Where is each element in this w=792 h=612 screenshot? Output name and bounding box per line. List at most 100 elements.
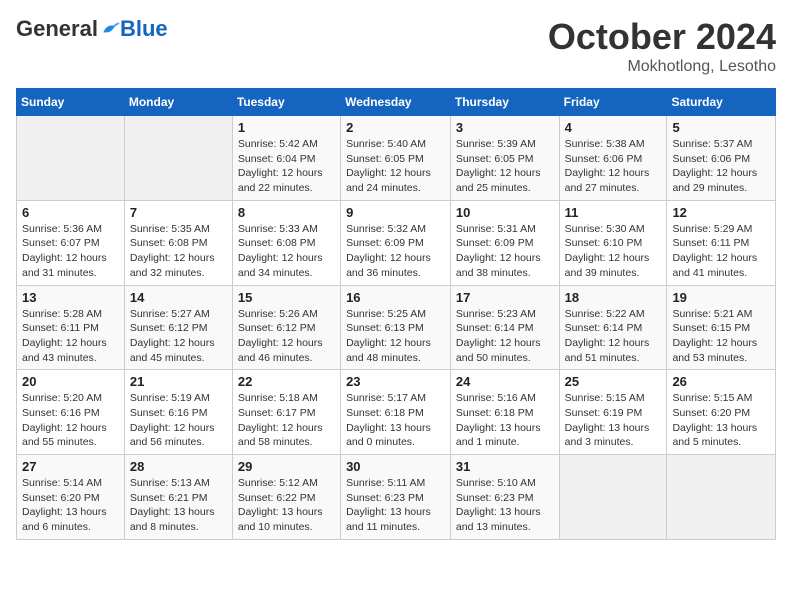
day-info: Sunrise: 5:39 AMSunset: 6:05 PMDaylight:… [456, 137, 554, 196]
day-number: 14 [130, 290, 227, 305]
day-number: 29 [238, 459, 335, 474]
calendar-cell: 29 Sunrise: 5:12 AMSunset: 6:22 PMDayligh… [232, 455, 340, 540]
day-info: Sunrise: 5:23 AMSunset: 6:14 PMDaylight:… [456, 307, 554, 366]
day-info: Sunrise: 5:31 AMSunset: 6:09 PMDaylight:… [456, 222, 554, 281]
calendar-table: SundayMondayTuesdayWednesdayThursdayFrid… [16, 88, 776, 540]
day-number: 6 [22, 205, 119, 220]
day-number: 23 [346, 374, 445, 389]
day-number: 19 [672, 290, 770, 305]
calendar-cell: 20Sunrise: 5:20 AMSunset: 6:16 PMDayligh… [17, 370, 125, 455]
logo-bird-icon [100, 19, 120, 39]
logo: General Blue [16, 16, 168, 42]
calendar-cell: 11Sunrise: 5:30 AMSunset: 6:10 PMDayligh… [559, 200, 667, 285]
day-info: Sunrise: 5:36 AMSunset: 6:07 PMDaylight:… [22, 222, 119, 281]
calendar-cell: 6 Sunrise: 5:36 AMSunset: 6:07 PMDaylight… [17, 200, 125, 285]
day-number: 28 [130, 459, 227, 474]
day-number: 16 [346, 290, 445, 305]
calendar-cell: 25 Sunrise: 5:15 AMSunset: 6:19 PMDayligh… [559, 370, 667, 455]
calendar-cell: 14 Sunrise: 5:27 AMSunset: 6:12 PMDayligh… [124, 285, 232, 370]
page-header: General Blue October 2024 Mokhotlong, Le… [16, 16, 776, 76]
day-number: 7 [130, 205, 227, 220]
calendar-cell [124, 116, 232, 201]
day-number: 1 [238, 120, 335, 135]
day-info: Sunrise: 5:30 AMSunset: 6:10 PMDaylight:… [565, 222, 662, 281]
day-info: Sunrise: 5:38 AMSunset: 6:06 PMDaylight:… [565, 137, 662, 196]
day-info: Sunrise: 5:35 AMSunset: 6:08 PMDaylight:… [130, 222, 227, 281]
calendar-cell: 9 Sunrise: 5:32 AMSunset: 6:09 PMDaylight… [341, 200, 451, 285]
calendar-cell: 16 Sunrise: 5:25 AMSunset: 6:13 PMDayligh… [341, 285, 451, 370]
calendar-cell: 21 Sunrise: 5:19 AMSunset: 6:16 PMDayligh… [124, 370, 232, 455]
calendar-cell: 4 Sunrise: 5:38 AMSunset: 6:06 PMDaylight… [559, 116, 667, 201]
day-info: Sunrise: 5:27 AMSunset: 6:12 PMDaylight:… [130, 307, 227, 366]
day-info: Sunrise: 5:15 AMSunset: 6:19 PMDaylight:… [565, 391, 662, 450]
calendar-cell: 1 Sunrise: 5:42 AMSunset: 6:04 PMDaylight… [232, 116, 340, 201]
day-number: 5 [672, 120, 770, 135]
calendar-cell: 17Sunrise: 5:23 AMSunset: 6:14 PMDayligh… [450, 285, 559, 370]
day-info: Sunrise: 5:29 AMSunset: 6:11 PMDaylight:… [672, 222, 770, 281]
calendar-cell [667, 455, 776, 540]
calendar-cell: 10 Sunrise: 5:31 AMSunset: 6:09 PMDayligh… [450, 200, 559, 285]
day-info: Sunrise: 5:14 AMSunset: 6:20 PMDaylight:… [22, 476, 119, 535]
day-number: 18 [565, 290, 662, 305]
calendar-cell: 7 Sunrise: 5:35 AMSunset: 6:08 PMDaylight… [124, 200, 232, 285]
day-info: Sunrise: 5:10 AMSunset: 6:23 PMDaylight:… [456, 476, 554, 535]
day-info: Sunrise: 5:33 AMSunset: 6:08 PMDaylight:… [238, 222, 335, 281]
day-number: 25 [565, 374, 662, 389]
day-info: Sunrise: 5:37 AMSunset: 6:06 PMDaylight:… [672, 137, 770, 196]
calendar-cell [17, 116, 125, 201]
calendar-cell: 28 Sunrise: 5:13 AMSunset: 6:21 PMDayligh… [124, 455, 232, 540]
day-info: Sunrise: 5:11 AMSunset: 6:23 PMDaylight:… [346, 476, 445, 535]
calendar-cell: 13 Sunrise: 5:28 AMSunset: 6:11 PMDayligh… [17, 285, 125, 370]
day-number: 2 [346, 120, 445, 135]
calendar-cell: 18 Sunrise: 5:22 AMSunset: 6:14 PMDayligh… [559, 285, 667, 370]
day-info: Sunrise: 5:18 AMSunset: 6:17 PMDaylight:… [238, 391, 335, 450]
day-number: 9 [346, 205, 445, 220]
calendar-cell: 31Sunrise: 5:10 AMSunset: 6:23 PMDayligh… [450, 455, 559, 540]
calendar-cell: 26 Sunrise: 5:15 AMSunset: 6:20 PMDayligh… [667, 370, 776, 455]
weekday-header-friday: Friday [559, 89, 667, 116]
day-info: Sunrise: 5:13 AMSunset: 6:21 PMDaylight:… [130, 476, 227, 535]
day-info: Sunrise: 5:32 AMSunset: 6:09 PMDaylight:… [346, 222, 445, 281]
weekday-header-saturday: Saturday [667, 89, 776, 116]
day-info: Sunrise: 5:17 AMSunset: 6:18 PMDaylight:… [346, 391, 445, 450]
day-number: 24 [456, 374, 554, 389]
day-info: Sunrise: 5:28 AMSunset: 6:11 PMDaylight:… [22, 307, 119, 366]
weekday-header-monday: Monday [124, 89, 232, 116]
day-number: 13 [22, 290, 119, 305]
calendar-cell: 23 Sunrise: 5:17 AMSunset: 6:18 PMDayligh… [341, 370, 451, 455]
day-info: Sunrise: 5:20 AMSunset: 6:16 PMDaylight:… [22, 391, 119, 450]
calendar-cell: 27Sunrise: 5:14 AMSunset: 6:20 PMDayligh… [17, 455, 125, 540]
day-info: Sunrise: 5:15 AMSunset: 6:20 PMDaylight:… [672, 391, 770, 450]
calendar-cell: 2 Sunrise: 5:40 AMSunset: 6:05 PMDaylight… [341, 116, 451, 201]
day-info: Sunrise: 5:26 AMSunset: 6:12 PMDaylight:… [238, 307, 335, 366]
day-number: 21 [130, 374, 227, 389]
calendar-cell: 30 Sunrise: 5:11 AMSunset: 6:23 PMDayligh… [341, 455, 451, 540]
weekday-header-wednesday: Wednesday [341, 89, 451, 116]
calendar-cell: 22 Sunrise: 5:18 AMSunset: 6:17 PMDayligh… [232, 370, 340, 455]
day-number: 10 [456, 205, 554, 220]
day-number: 4 [565, 120, 662, 135]
calendar-cell: 5 Sunrise: 5:37 AMSunset: 6:06 PMDaylight… [667, 116, 776, 201]
day-number: 12 [672, 205, 770, 220]
day-info: Sunrise: 5:16 AMSunset: 6:18 PMDaylight:… [456, 391, 554, 450]
calendar-cell: 15Sunrise: 5:26 AMSunset: 6:12 PMDayligh… [232, 285, 340, 370]
day-number: 30 [346, 459, 445, 474]
day-number: 26 [672, 374, 770, 389]
day-info: Sunrise: 5:25 AMSunset: 6:13 PMDaylight:… [346, 307, 445, 366]
calendar-cell [559, 455, 667, 540]
day-number: 3 [456, 120, 554, 135]
calendar-cell: 24 Sunrise: 5:16 AMSunset: 6:18 PMDayligh… [450, 370, 559, 455]
logo-general-text: General [16, 16, 98, 42]
day-info: Sunrise: 5:12 AMSunset: 6:22 PMDaylight:… [238, 476, 335, 535]
day-number: 8 [238, 205, 335, 220]
day-info: Sunrise: 5:42 AMSunset: 6:04 PMDaylight:… [238, 137, 335, 196]
weekday-header-tuesday: Tuesday [232, 89, 340, 116]
calendar-cell: 19Sunrise: 5:21 AMSunset: 6:15 PMDayligh… [667, 285, 776, 370]
day-info: Sunrise: 5:22 AMSunset: 6:14 PMDaylight:… [565, 307, 662, 366]
weekday-header-sunday: Sunday [17, 89, 125, 116]
day-info: Sunrise: 5:19 AMSunset: 6:16 PMDaylight:… [130, 391, 227, 450]
day-info: Sunrise: 5:40 AMSunset: 6:05 PMDaylight:… [346, 137, 445, 196]
title-section: October 2024 Mokhotlong, Lesotho [548, 16, 776, 76]
month-title: October 2024 [548, 16, 776, 58]
day-number: 22 [238, 374, 335, 389]
